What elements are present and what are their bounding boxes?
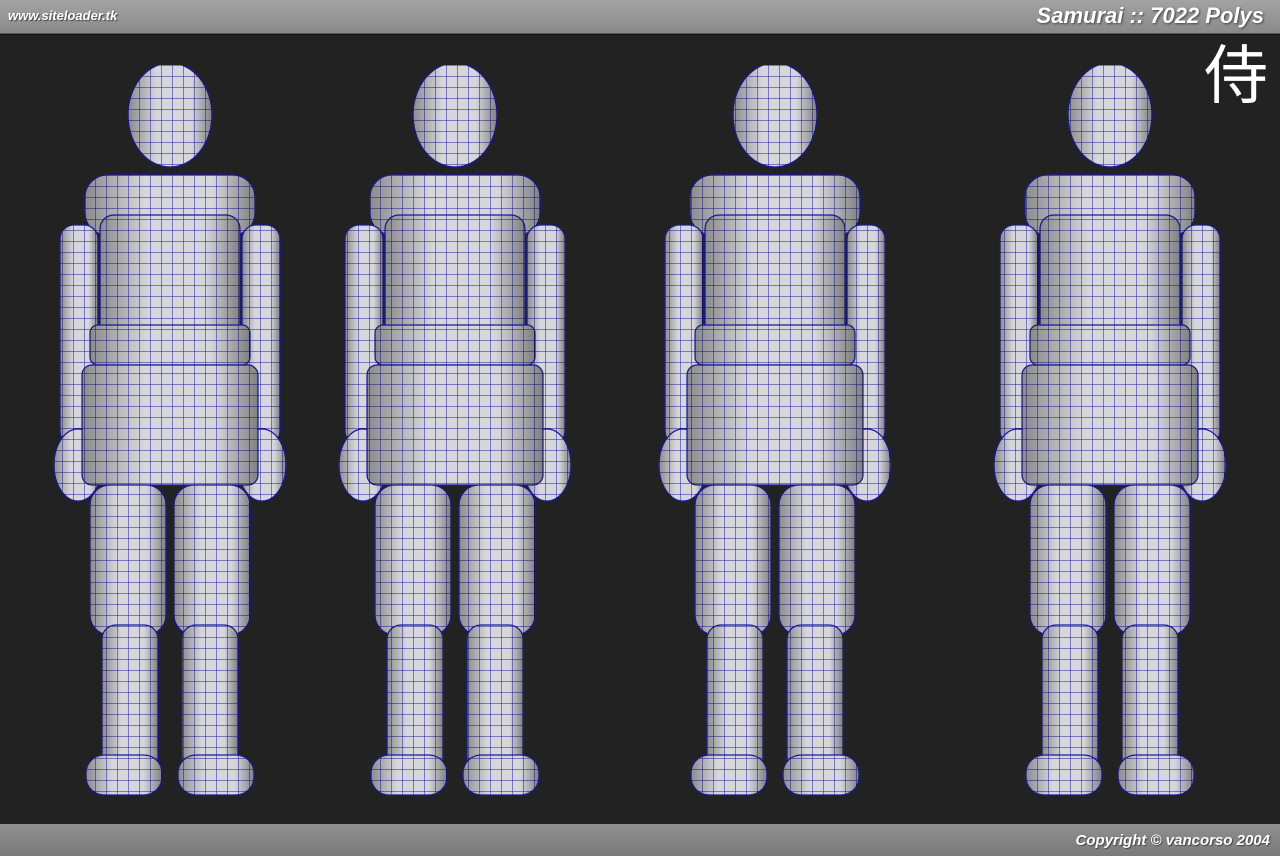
mesh-shade-right-foot <box>1118 755 1194 795</box>
mesh-shade-left-thigh <box>375 485 451 635</box>
mesh-shade-belt <box>695 325 855 365</box>
mesh-shade-left-foot <box>86 755 162 795</box>
image-title: Samurai :: 7022 Polys <box>1036 3 1264 28</box>
mesh-shade-left-shin <box>102 625 158 775</box>
samurai-model-view-4 <box>993 65 1227 796</box>
mesh-shade-skirt <box>687 365 863 485</box>
mesh-shade-right-thigh <box>174 485 250 635</box>
mesh-shade-right-shin <box>1122 625 1178 775</box>
mesh-shade-skirt <box>367 365 543 485</box>
mesh-shade-left-shin <box>387 625 443 775</box>
mesh-shade-right-shin <box>182 625 238 775</box>
mesh-shade-left-foot <box>1026 755 1102 795</box>
samurai-model-view-2 <box>338 65 572 796</box>
mesh-shade-head <box>1068 65 1152 167</box>
mesh-shade-left-foot <box>691 755 767 795</box>
samurai-model-view-1 <box>53 65 287 796</box>
mesh-shade-left-shin <box>707 625 763 775</box>
mesh-shade-belt <box>1030 325 1190 365</box>
mesh-shade-right-foot <box>783 755 859 795</box>
mesh-shade-right-thigh <box>1114 485 1190 635</box>
mesh-shade-head <box>413 65 497 167</box>
mesh-shade-right-shin <box>467 625 523 775</box>
copyright-text: Copyright © vancorso 2004 <box>1075 832 1270 849</box>
mesh-shade-head <box>733 65 817 167</box>
mesh-shade-head <box>128 65 212 167</box>
mesh-shade-left-thigh <box>90 485 166 635</box>
samurai-model-view-3 <box>658 65 892 796</box>
mesh-shade-skirt <box>82 365 258 485</box>
mesh-shade-right-thigh <box>459 485 535 635</box>
mesh-shade-skirt <box>1022 365 1198 485</box>
mesh-shade-right-shin <box>787 625 843 775</box>
top-bar: www.siteloader.tk Samurai :: 7022 Polys <box>0 0 1280 34</box>
mesh-shade-right-foot <box>178 755 254 795</box>
mesh-shade-left-shin <box>1042 625 1098 775</box>
mesh-shade-left-thigh <box>1030 485 1106 635</box>
render-viewport: 侍 <box>0 34 1280 825</box>
mesh-shade-right-foot <box>463 755 539 795</box>
bottom-bar: Copyright © vancorso 2004 <box>0 824 1280 856</box>
site-url: www.siteloader.tk <box>8 8 118 23</box>
mesh-shade-right-thigh <box>779 485 855 635</box>
mesh-shade-left-thigh <box>695 485 771 635</box>
mesh-shade-belt <box>90 325 250 365</box>
mesh-shade-belt <box>375 325 535 365</box>
mesh-shade-left-foot <box>371 755 447 795</box>
